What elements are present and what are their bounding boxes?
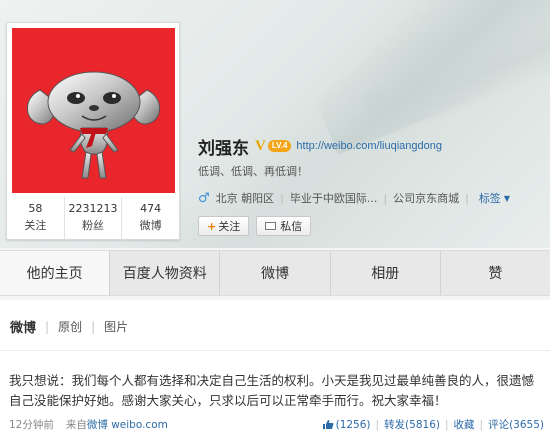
profile-name: 刘强东 (198, 138, 249, 159)
male-icon: ♂ (198, 190, 210, 206)
feed-divider (0, 350, 550, 351)
stat-following[interactable]: 58 关注 (7, 197, 64, 239)
jd-dog-mascot-icon (27, 71, 160, 179)
stat-posts[interactable]: 474 微博 (121, 197, 179, 239)
post-text: 我只想说：我们每个人都有选择和决定自己生活的权利。小天是我见过最单纯善良的人，很… (9, 373, 535, 408)
feed-tab-pictures[interactable]: 图片 (104, 318, 128, 335)
repost-link[interactable]: 转发(5816) (384, 417, 440, 432)
follow-button[interactable]: + 关注 (198, 216, 250, 236)
profile-tabs: 他的主页 百度人物资料 微博 相册 赞 (0, 250, 550, 296)
stat-number: 474 (140, 202, 162, 215)
post-source-link[interactable]: 微博 weibo.com (87, 417, 168, 432)
profile-meta: ♂ 北京 朝阳区 | 毕业于中欧国际... | 公司京东商城 | 标签 ▼ (198, 190, 510, 206)
stat-label: 关注 (24, 219, 47, 232)
stat-label: 粉丝 (82, 219, 104, 232)
feed-panel: 微博 | 原创 | 图片 我只想说：我们每个人都有选择和决定自己生活的权利。小天… (0, 300, 550, 440)
divider: | (91, 319, 96, 334)
post-footer: 12分钟前 来自 微博 weibo.com (1256) | 转发(5816) … (9, 417, 544, 432)
post-time-link[interactable]: 12分钟前 (9, 417, 54, 432)
plus-icon: + (207, 219, 217, 233)
tab-album[interactable]: 相册 (329, 251, 440, 295)
tags-link[interactable]: 标签 (479, 190, 501, 206)
avatar[interactable] (12, 28, 175, 193)
school-text: 毕业于中欧国际... (289, 192, 378, 205)
location-text: 北京 朝阳区 (215, 192, 275, 205)
tab-baidu-profile[interactable]: 百度人物资料 (109, 251, 219, 295)
stat-label: 微博 (139, 219, 162, 232)
divider: | (444, 418, 449, 431)
stat-number: 2231213 (68, 202, 118, 215)
follow-label: 关注 (218, 220, 241, 233)
tab-home[interactable]: 他的主页 (0, 251, 110, 295)
tab-weibo[interactable]: 微博 (219, 251, 329, 295)
divider: | (375, 418, 380, 431)
post-source-prefix: 来自 (65, 419, 87, 431)
message-button[interactable]: 私信 (256, 216, 312, 236)
profile-bio: 低调、低调、再低调！ (198, 165, 308, 178)
profile-stats: 58 关注 2231213 粉丝 474 微博 (7, 197, 179, 239)
feed-tab-weibo[interactable]: 微博 (10, 317, 36, 336)
chevron-down-icon[interactable]: ▼ (504, 194, 510, 203)
feed-filter-tabs: 微博 | 原创 | 图片 (10, 317, 128, 337)
profile-name-row: 刘强东 V LV.4 http://weibo.com/liuqiangdong (198, 135, 442, 159)
company-text: 公司京东商城 (393, 192, 460, 205)
thumbs-up-icon[interactable] (322, 419, 334, 430)
avatar-card: 58 关注 2231213 粉丝 474 微博 (6, 22, 180, 240)
post-actions: (1256) | 转发(5816) | 收藏 | 评论(3655) (322, 417, 544, 432)
divider: | (383, 191, 388, 205)
divider: | (45, 319, 50, 334)
verified-icon[interactable]: V (255, 138, 266, 155)
divider: | (280, 191, 284, 205)
divider: | (465, 191, 469, 205)
profile-url-link[interactable]: http://weibo.com/liuqiangdong (296, 140, 442, 152)
stat-followers[interactable]: 2231213 粉丝 (63, 197, 122, 239)
profile-actions: + 关注 私信 (198, 216, 312, 236)
tab-likes[interactable]: 赞 (439, 251, 550, 295)
stat-number: 58 (28, 202, 43, 215)
mail-icon (265, 222, 277, 230)
like-count[interactable]: (1256) (336, 419, 371, 431)
favorite-link[interactable]: 收藏 (454, 417, 475, 432)
message-label: 私信 (280, 220, 303, 233)
divider: | (479, 418, 484, 431)
feed-tab-original[interactable]: 原创 (58, 318, 82, 335)
comment-link[interactable]: 评论(3655) (488, 417, 544, 432)
level-badge[interactable]: LV.4 (267, 140, 292, 152)
